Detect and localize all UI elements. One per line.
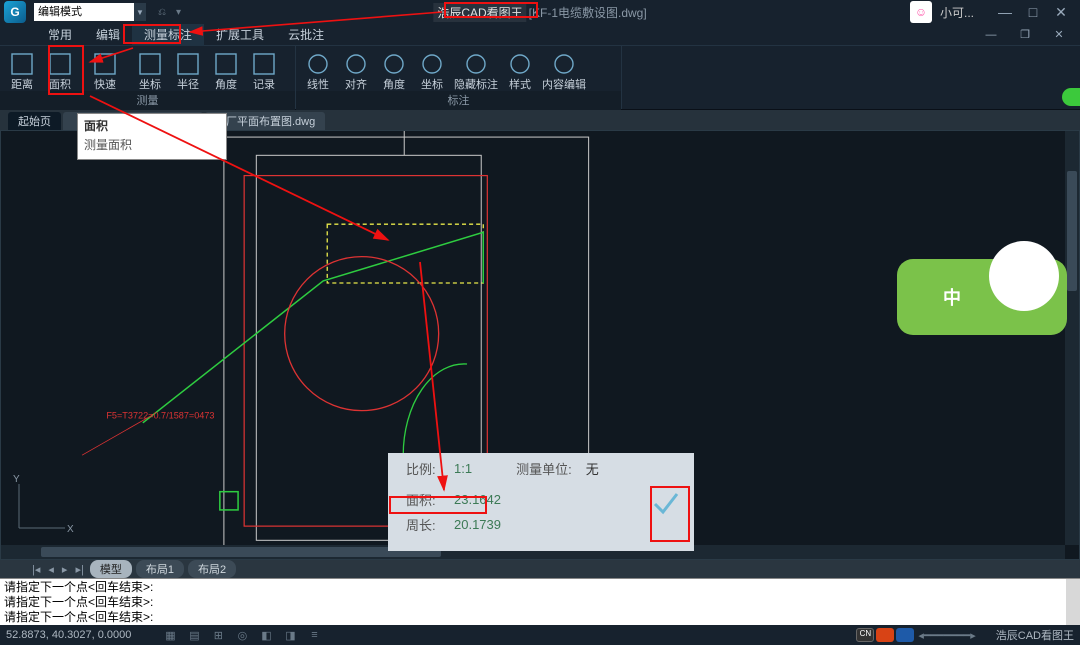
- annotation-arrows: [0, 0, 1080, 645]
